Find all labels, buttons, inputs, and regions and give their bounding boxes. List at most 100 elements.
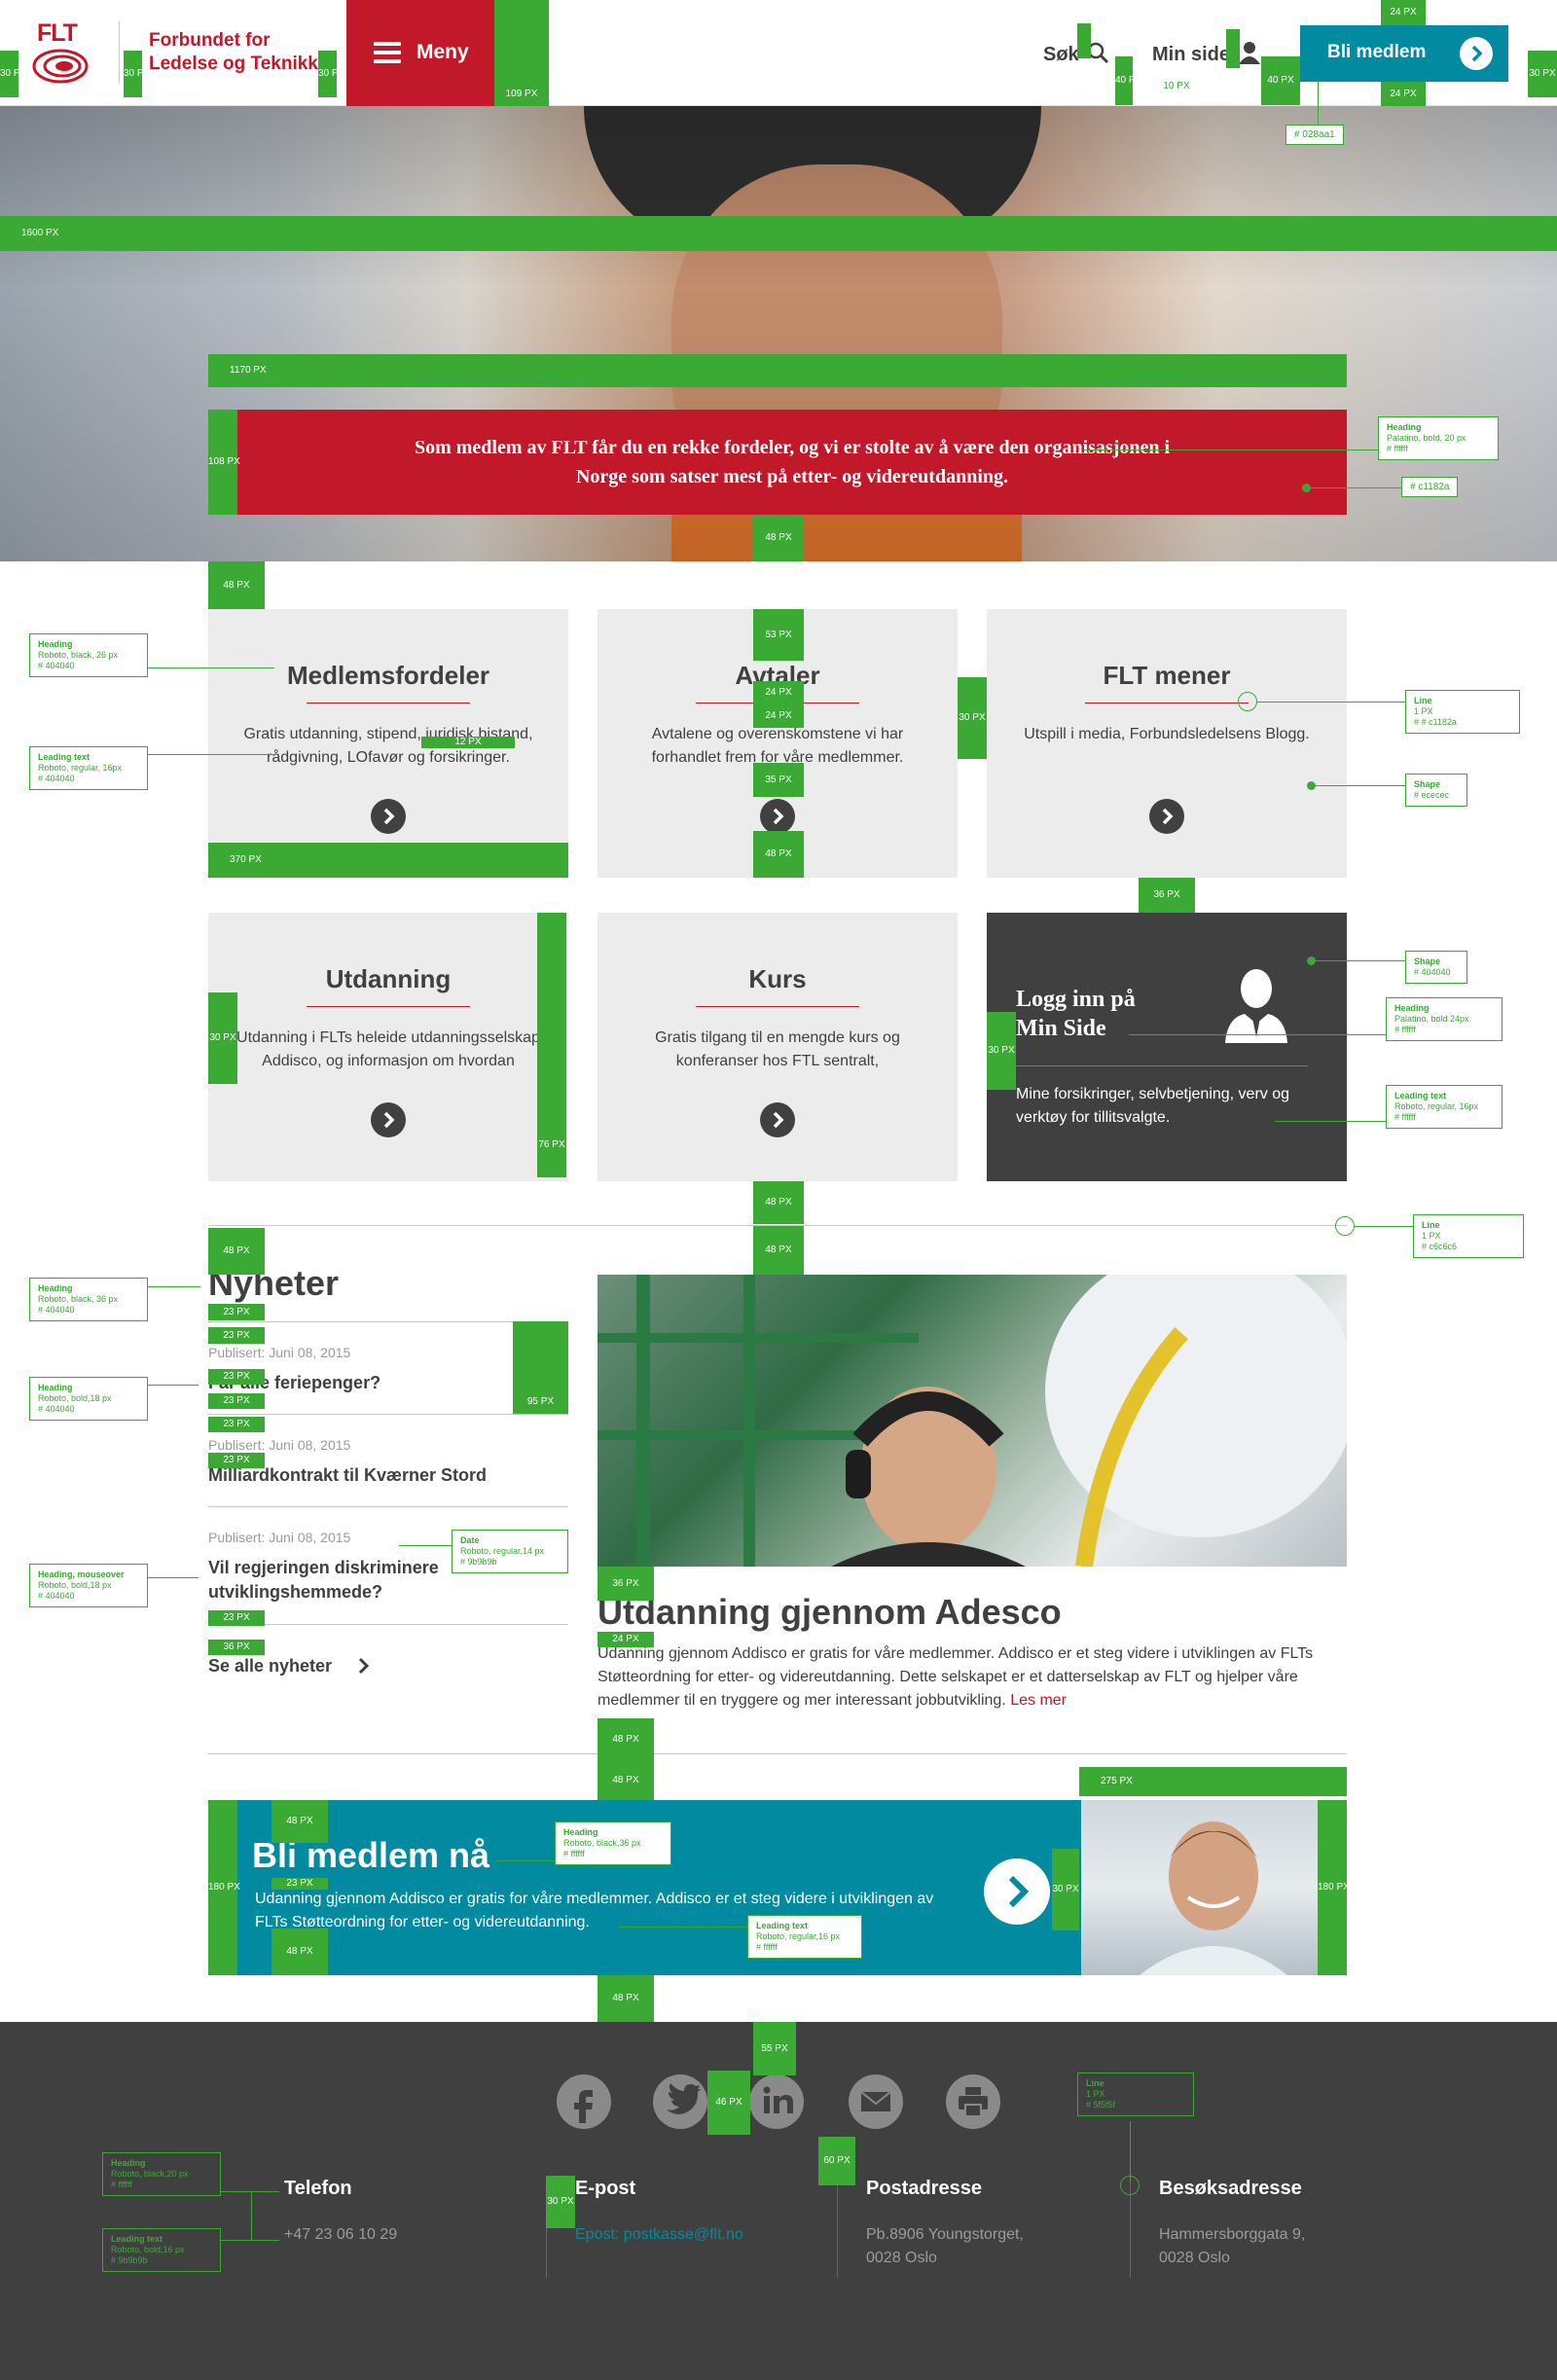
spec-dimension: [1077, 23, 1091, 58]
spec-ring: [1120, 2176, 1140, 2195]
print-icon[interactable]: [946, 2074, 1000, 2129]
footer-column-telefon: Telefon +47 23 06 10 29: [284, 2178, 518, 2247]
see-all-news-link[interactable]: Se alle nyheter: [208, 1656, 374, 1677]
hamburger-icon: [374, 42, 401, 63]
read-more-link[interactable]: Les mer: [1010, 1692, 1067, 1709]
card-utdanning[interactable]: Utdanning Utdanning i FLTs heleide utdan…: [208, 913, 568, 1181]
footer-heading: Besøksadresse: [1159, 2178, 1302, 2199]
spec-dimension: 48 PX: [272, 1929, 328, 1975]
spec-leader: [496, 1860, 555, 1861]
spec-dimension: 95 PX: [513, 1321, 568, 1414]
spec-dimension: 30 PX: [987, 1012, 1016, 1090]
chevron-right-icon[interactable]: [371, 1102, 406, 1137]
chevron-right-icon[interactable]: [371, 799, 406, 834]
join-button[interactable]: Bli medlem: [1300, 25, 1508, 82]
spec-leader: [251, 2191, 252, 2240]
chevron-right-icon[interactable]: [760, 1102, 795, 1137]
twitter-icon[interactable]: [653, 2074, 707, 2129]
spec-dimension: 48 PX: [597, 1718, 654, 1761]
spec-dimension: [1226, 29, 1240, 68]
card-login[interactable]: Logg inn på Min Side Mine forsikringer, …: [987, 913, 1347, 1181]
footer-column-besoksadresse: Besøksadresse Hammersborggata 9, 0028 Os…: [1159, 2178, 1393, 2270]
news-date: Publisert: Juni 08, 2015: [208, 1437, 351, 1453]
spec-dimension: 48 PX: [208, 1228, 265, 1275]
spec-leader: [1275, 1121, 1386, 1122]
spec-dimension: 24 PX: [1381, 82, 1426, 106]
arrow-right-icon[interactable]: [984, 1858, 1050, 1925]
spec-dimension: 30 PX: [208, 992, 237, 1084]
mail-icon[interactable]: [849, 2074, 903, 2129]
spec-leader: [1129, 1034, 1386, 1035]
site-footer: Telefon +47 23 06 10 29 E-post Epost: po…: [0, 2022, 1557, 2380]
spec-dimension: 23 PX: [208, 1453, 265, 1468]
spec-leader: [148, 754, 276, 755]
spec-leader: [1257, 702, 1405, 703]
spec-note-footer-heading: Heading Roboto, black,20 px # ffffff: [102, 2152, 221, 2196]
brand-line-2: Ledelse og Teknikk: [149, 54, 318, 74]
facebook-icon[interactable]: [557, 2074, 611, 2129]
spec-leader: [1084, 450, 1378, 451]
spec-leader: [619, 1927, 747, 1928]
email-link[interactable]: Epost: postkasse@flt.no: [575, 2223, 809, 2247]
see-all-label: Se alle nyheter: [208, 1656, 333, 1676]
spec-dimension: 36 PX: [208, 1640, 265, 1655]
spec-dimension: 23 PX: [272, 1878, 328, 1890]
user-icon: [1238, 42, 1260, 64]
login-title: Logg inn på Min Side: [1016, 985, 1136, 1043]
spec-dimension: 275 PX: [1079, 1767, 1347, 1796]
card-text: Gratis tilgang til en mengde kurs og kon…: [655, 1029, 900, 1069]
login-title-line-2: Min Side: [1016, 1016, 1106, 1041]
spec-note-section-line: Line 1 PX # c6c6c6: [1413, 1214, 1524, 1258]
spec-dimension: 40 PX: [1115, 56, 1141, 105]
logo-divider: [119, 21, 120, 84]
footer-text: 0028 Oslo: [1159, 2250, 1230, 2266]
spec-dimension: 30 PX: [318, 51, 344, 97]
footer-heading: E-post: [575, 2178, 636, 2199]
linkedin-icon[interactable]: [749, 2074, 804, 2129]
brand-name[interactable]: Forbundet for Ledelse og Teknikk: [149, 29, 318, 76]
card-text: Utspill i media, Forbundsledelsens Blogg…: [1024, 726, 1310, 742]
spec-dimension: 30 PX: [958, 677, 987, 759]
spec-dimension: 46 PX: [707, 2071, 750, 2135]
spec-leader: [1318, 82, 1319, 125]
article-title[interactable]: Utdanning gjennom Adesco: [597, 1592, 1062, 1633]
article-image[interactable]: [597, 1275, 1347, 1567]
spec-note-join-heading: Heading Roboto, black,36 px # ffffff: [555, 1821, 671, 1865]
login-text: Mine forsikringer, selvbetjening, verv o…: [1016, 1086, 1290, 1126]
spec-dimension: 55 PX: [753, 2022, 796, 2075]
spec-dimension: 76 PX: [537, 913, 566, 1177]
spec-dot: [1307, 781, 1316, 790]
menu-button[interactable]: Meny: [346, 0, 494, 106]
spec-dimension: 109 PX: [494, 0, 549, 106]
spec-note-card-line: Line 1 PX # # c1182a: [1405, 690, 1520, 734]
news-date: Publisert: Juni 08, 2015: [208, 1530, 351, 1545]
spec-leader: [1310, 487, 1401, 488]
spec-leader: [148, 1385, 199, 1386]
spec-dimension: 53 PX: [753, 609, 804, 661]
user-icon: [1219, 969, 1293, 1047]
spec-note-join-lead: Leading text Roboto, regular,16 px # fffff…: [747, 1915, 862, 1959]
spec-dimension: 10 PX: [1163, 81, 1190, 91]
min-side-link[interactable]: Min side: [1152, 41, 1261, 66]
search-label: Søk: [1043, 44, 1079, 65]
spec-note-footer-line: Line 1 PX # 5f5f5f: [1077, 2073, 1194, 2116]
card-text: Utdanning i FLTs heleide utdanningsselsk…: [236, 1029, 540, 1069]
chevron-right-icon[interactable]: [760, 799, 795, 834]
spec-dimension: 48 PX: [597, 1761, 654, 1800]
news-date: Publisert: Juni 08, 2015: [208, 1345, 351, 1360]
spec-dimension: 48 PX: [272, 1800, 328, 1843]
chevron-right-icon[interactable]: [1149, 799, 1184, 834]
flt-logo[interactable]: FLT: [29, 19, 90, 86]
footer-text[interactable]: +47 23 06 10 29: [284, 2223, 518, 2247]
swirl-logo-icon: [32, 49, 89, 84]
footer-text: 0028 Oslo: [866, 2250, 937, 2266]
spec-note-footer-lead: Leading text Roboto, bold,16 px # 9b9b9b: [102, 2228, 221, 2272]
spec-dimension: 1600 PX: [0, 216, 1557, 251]
card-kurs[interactable]: Kurs Gratis tilgang til en mengde kurs o…: [597, 913, 958, 1181]
min-side-label: Min side: [1152, 44, 1231, 65]
card-flt-mener[interactable]: FLT mener Utspill i media, Forbundsledel…: [987, 609, 1347, 878]
hero-heading: Som medlem av FLT får du en rekke fordel…: [414, 437, 1171, 487]
spec-ring: [1335, 1216, 1355, 1236]
spec-dimension: 12 PX: [421, 737, 515, 748]
spec-dimension: 60 PX: [818, 2137, 855, 2185]
